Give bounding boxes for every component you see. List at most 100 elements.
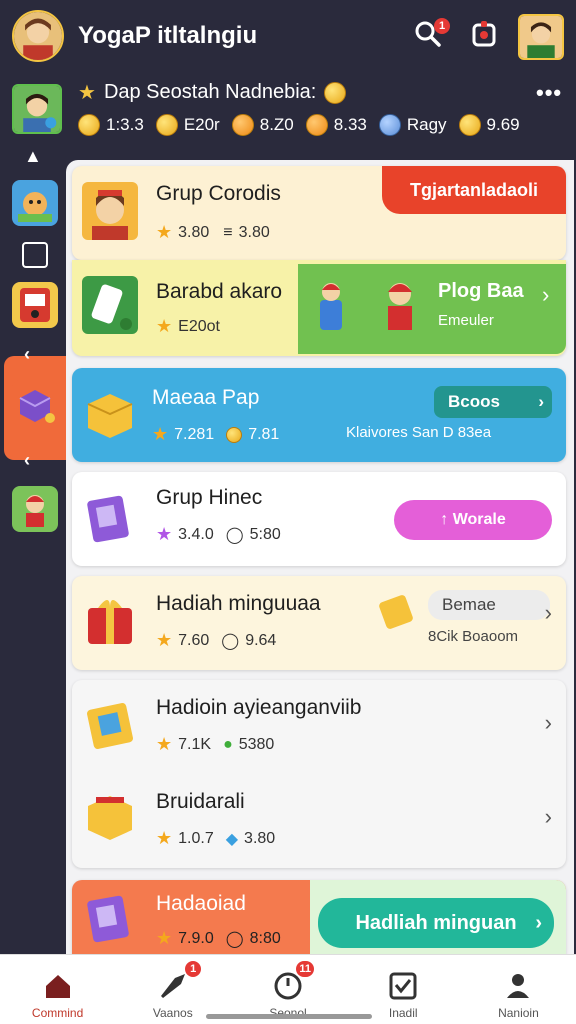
card-title: Grup Corodis	[156, 182, 281, 205]
purple-box-thumbnail	[82, 890, 138, 948]
nav-label: Vaanos	[152, 1006, 193, 1020]
stat-value: Ragy	[406, 115, 447, 134]
star-icon: ★	[156, 524, 173, 544]
nav-label: Inadil	[388, 1006, 418, 1020]
coin-icon	[226, 426, 243, 443]
card-meta: ★ 7.9.0 ◯ 8:80	[156, 928, 281, 949]
star-icon: ★	[156, 630, 173, 650]
star-icon: ★	[152, 424, 169, 444]
coin-icon	[458, 114, 481, 136]
meta-value: 7.281	[174, 425, 215, 443]
home-indicator	[206, 1014, 372, 1019]
card-meta: ★ 7.1K ● 5380	[156, 734, 274, 755]
meta-value: 7.9.0	[178, 929, 214, 947]
card-hadaoiad[interactable]: Hadaoiad ★ 7.9.0 ◯ 8:80 Hadliah minguan ›	[72, 880, 566, 954]
star-icon: ★	[156, 928, 173, 948]
profile-avatar[interactable]	[518, 14, 564, 60]
page-icon[interactable]	[22, 242, 48, 268]
user-avatar[interactable]	[12, 84, 62, 134]
gem-icon: ◆	[225, 830, 239, 848]
sidebar-item-game[interactable]	[12, 180, 58, 226]
main-panel: Grup Corodis ★ 3.80 ≡ 3.80 Tgjartanladaoli…	[66, 160, 574, 954]
search-icon[interactable]: 1	[410, 16, 450, 52]
chevron-right-icon[interactable]: ›	[545, 804, 552, 830]
card-meta: ★ 3.80 ≡ 3.80	[156, 222, 270, 243]
meta-value: 5380	[238, 735, 275, 753]
sidebar-item-character[interactable]	[12, 486, 58, 532]
stat-item: Ragy	[378, 114, 447, 136]
star-icon: ★	[156, 316, 173, 336]
sidebar-item-box[interactable]	[12, 380, 58, 426]
box-thumbnail	[82, 384, 138, 442]
stat-value: 9.69	[486, 115, 520, 134]
card-meta: ★ 1.0.7 ◆ 3.80	[156, 828, 275, 849]
home-icon	[45, 975, 70, 998]
sidebar-item-machine[interactable]	[12, 282, 58, 328]
card-meta: ★ 3.4.0 ◯ 5:80	[156, 524, 281, 545]
card-meta: ★ 7.281 7.81	[152, 424, 279, 445]
card-action-button[interactable]: Hadliah minguan ›	[318, 898, 554, 948]
coin-icon	[78, 114, 100, 136]
card-meta: ★ 7.60 ◯ 9.64	[156, 630, 276, 651]
coin-icon	[231, 114, 254, 136]
meta-value: 3.80	[238, 223, 270, 241]
card-grup-corodis[interactable]: Grup Corodis ★ 3.80 ≡ 3.80 Tgjartanladaoli	[72, 166, 566, 260]
coin-icon	[305, 114, 328, 136]
nav-label: Nanioin	[498, 1006, 539, 1020]
star-icon: ★	[156, 828, 173, 848]
person-icon	[507, 974, 530, 998]
gem-icon	[378, 114, 401, 136]
character-thumbnail	[82, 182, 138, 240]
card-meta: ★ E20ot	[156, 316, 220, 337]
chevron-right-icon[interactable]: ›	[542, 282, 549, 308]
user-greeting: ★ Dap Seostah Nadnebia:	[78, 80, 347, 105]
nav-commind[interactable]: Commind	[0, 955, 115, 1024]
sidebar-arrow[interactable]: ‹	[24, 344, 30, 365]
card-title: Bruidarali	[156, 790, 245, 813]
more-icon[interactable]: •••	[536, 80, 562, 106]
sidebar-up-arrow[interactable]: ▲	[24, 146, 42, 167]
app-avatar[interactable]	[12, 10, 64, 62]
promo-banner[interactable]: Plog Baa › Emeuler	[298, 264, 566, 354]
meta-value: 9.64	[245, 631, 277, 649]
card-grup-hinec[interactable]: Grup Hinec ★ 3.4.0 ◯ 5:80 ↑ Worale	[72, 472, 566, 566]
rocket-icon	[160, 974, 185, 998]
promo-subtitle: Emeuler	[438, 312, 494, 329]
meta-value: 5:80	[249, 525, 281, 543]
promo-title: Plog Baa	[438, 280, 524, 302]
card-bruidarali[interactable]: Bruidarali ★ 1.0.7 ◆ 3.80 ›	[72, 774, 566, 868]
nav-nanioin[interactable]: Nanioin	[461, 955, 576, 1024]
card-action-button[interactable]: Bcoos ›	[434, 386, 552, 418]
user-greeting-text: Dap Seostah Nadnebia:	[103, 81, 317, 103]
circle-icon: ◯	[225, 526, 244, 544]
ticket-icon	[378, 592, 414, 632]
card-barabd-akaro[interactable]: Barabd akaro ★ E20ot Plog Baa › Emeuler	[72, 260, 566, 356]
stat-item: 9.69	[458, 114, 520, 136]
card-hadiah-minguuaa[interactable]: Hadiah minguuaa ★ 7.60 ◯ 9.64 Bemae › 8Cik…	[72, 576, 566, 670]
stat-value: 8.33	[333, 115, 367, 134]
stat-item: 8.Z0	[231, 114, 294, 136]
notification-icon[interactable]	[466, 16, 502, 52]
meta-value: 1.0.7	[178, 829, 214, 847]
card-title: Hadioin ayieanganviib	[156, 696, 362, 719]
card-action-button[interactable]: Tgjartanladaoli	[382, 166, 566, 214]
stat-item: 8.33	[305, 114, 367, 136]
meta-value: 3.4.0	[178, 525, 214, 543]
stat-value: 8.Z0	[259, 115, 294, 134]
paper-thumbnail	[82, 276, 138, 334]
side-label[interactable]: Bemae	[428, 590, 550, 620]
chevron-right-icon[interactable]: ›	[545, 600, 552, 626]
characters-illustration	[320, 283, 412, 330]
card-maeaa-pap[interactable]: Maeaa Pap ★ 7.281 7.81 Bcoos › Klaivores …	[72, 368, 566, 462]
coin-icon	[155, 114, 178, 136]
button-label: Bcoos	[448, 392, 500, 411]
meta-value: 3.80	[178, 223, 210, 241]
card-action-button[interactable]: ↑ Worale	[394, 500, 552, 540]
chevron-right-icon[interactable]: ›	[545, 710, 552, 736]
star-icon: ★	[156, 734, 173, 754]
stat-item: 1:3.3	[78, 114, 144, 136]
card-action-panel: Hadliah minguan ›	[310, 880, 566, 954]
purple-box-thumbnail	[82, 488, 138, 546]
card-hadioin[interactable]: Hadioin ayieanganviib ★ 7.1K ● 5380 ›	[72, 680, 566, 774]
sidebar-arrow[interactable]: ‹	[24, 450, 30, 471]
